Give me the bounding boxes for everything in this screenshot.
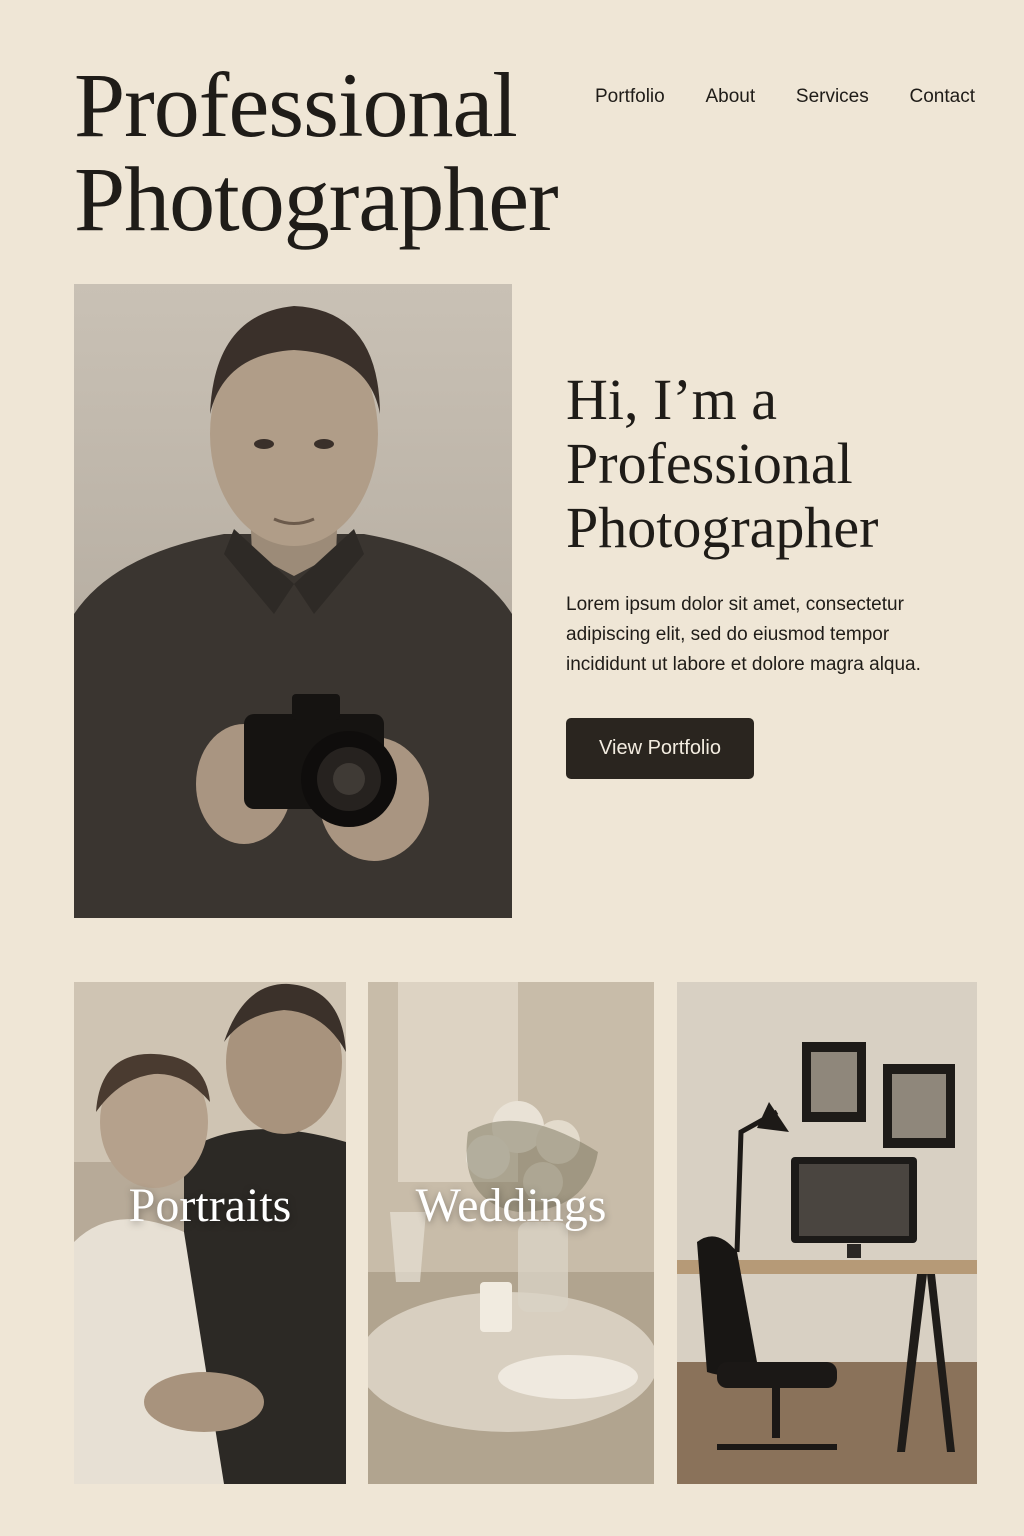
nav-about[interactable]: About bbox=[705, 86, 755, 108]
site-title-line1: Professional bbox=[74, 54, 518, 156]
nav-services[interactable]: Services bbox=[796, 86, 869, 108]
weddings-label: Weddings bbox=[415, 1179, 607, 1232]
category-card-studio[interactable] bbox=[677, 982, 977, 1484]
portraits-label: Portraits bbox=[128, 1179, 292, 1232]
office-desk-image bbox=[677, 982, 977, 1484]
couple-photo-image bbox=[74, 982, 346, 1484]
category-card-weddings[interactable]: Weddings bbox=[368, 982, 654, 1484]
wedding-table-image bbox=[368, 982, 654, 1484]
main-nav: Portfolio About Services Contact bbox=[595, 86, 975, 108]
hero-heading: Hi, I’m a Professional Photographer bbox=[566, 368, 986, 560]
category-card-portraits[interactable]: Portraits bbox=[74, 982, 346, 1484]
nav-contact[interactable]: Contact bbox=[910, 86, 975, 108]
site-title: Professional Photographer bbox=[74, 58, 634, 246]
hero-heading-line1: Hi, I’m a bbox=[566, 367, 777, 432]
nav-portfolio[interactable]: Portfolio bbox=[595, 86, 665, 108]
hero-heading-line3: Photographer bbox=[566, 495, 879, 560]
view-portfolio-button[interactable]: View Portfolio bbox=[566, 718, 754, 779]
site-title-line2: Photographer bbox=[74, 148, 559, 250]
hero-heading-line2: Professional bbox=[566, 431, 853, 496]
hero-description: Lorem ipsum dolor sit amet, consectetur … bbox=[566, 594, 921, 675]
photographer-portrait-image bbox=[74, 284, 512, 918]
